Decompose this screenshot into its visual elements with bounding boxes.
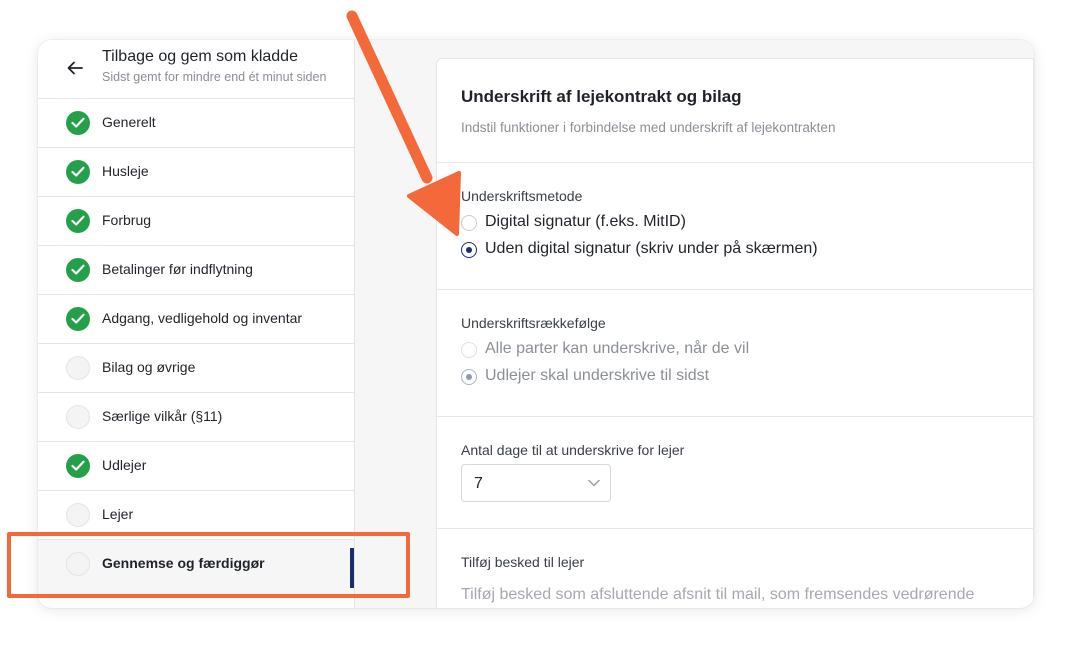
step-label: Udlejer bbox=[102, 457, 147, 473]
message-textarea[interactable]: Tilføj besked som afsluttende afsnit til… bbox=[461, 582, 1001, 608]
days-to-sign-label: Antal dage til at underskrive for lejer bbox=[461, 442, 685, 458]
panel-title: Underskrift af lejekontrakt og bilag bbox=[461, 87, 742, 106]
select-value: 7 bbox=[474, 475, 483, 492]
empty-circle-icon bbox=[66, 552, 90, 576]
radio-label: Udlejer skal underskrive til sidst bbox=[485, 367, 710, 384]
message-label: Tilføj besked til lejer bbox=[461, 554, 585, 570]
radio-unchecked-icon[interactable] bbox=[461, 215, 477, 231]
step-label: Gennemse og færdiggør bbox=[102, 555, 265, 571]
radio-label: Alle parter kan underskrive, når de vil bbox=[485, 340, 750, 357]
signature-method-label: Underskriftsmetode bbox=[461, 188, 583, 204]
signature-order-label: Underskriftsrækkefølge bbox=[461, 315, 606, 331]
step-saerlige-vilkaar[interactable]: Særlige vilkår (§11) bbox=[38, 393, 354, 442]
back-save-draft[interactable]: Tilbage og gem som kladde Sidst gemt for… bbox=[38, 40, 354, 99]
back-title[interactable]: Tilbage og gem som kladde bbox=[102, 48, 298, 66]
radio-unchecked-icon[interactable] bbox=[461, 342, 477, 358]
radio-label: Uden digital signatur (skriv under på sk… bbox=[485, 240, 818, 257]
days-to-sign-section: Antal dage til at underskrive for lejer … bbox=[437, 416, 1034, 529]
step-label: Generelt bbox=[102, 114, 156, 130]
check-circle-icon bbox=[66, 209, 90, 233]
panel-header: Underskrift af lejekontrakt og bilag Ind… bbox=[437, 59, 1034, 163]
signature-order-section: Underskriftsrækkefølge Alle parter kan u… bbox=[437, 289, 1034, 417]
step-gennemse[interactable]: Gennemse og færdiggør bbox=[38, 540, 354, 596]
step-generelt[interactable]: Generelt bbox=[38, 99, 354, 148]
days-to-sign-select[interactable]: 7 bbox=[461, 464, 611, 502]
signature-settings-panel: Underskrift af lejekontrakt og bilag Ind… bbox=[436, 58, 1034, 608]
active-step-indicator bbox=[350, 548, 354, 588]
step-betalinger[interactable]: Betalinger før indflytning bbox=[38, 246, 354, 295]
last-saved-text: Sidst gemt for mindre end ét minut siden bbox=[102, 70, 327, 84]
radio-checked-icon[interactable] bbox=[461, 242, 477, 258]
step-label: Særlige vilkår (§11) bbox=[102, 408, 223, 424]
empty-circle-icon bbox=[66, 503, 90, 527]
check-circle-icon bbox=[66, 454, 90, 478]
signature-method-section: Underskriftsmetode Digital signatur (f.e… bbox=[437, 162, 1034, 290]
step-bilag[interactable]: Bilag og øvrige bbox=[38, 344, 354, 393]
step-sidebar: Tilbage og gem som kladde Sidst gemt for… bbox=[38, 40, 355, 608]
app-window: Tilbage og gem som kladde Sidst gemt for… bbox=[38, 40, 1034, 608]
panel-subtitle: Indstil funktioner i forbindelse med und… bbox=[461, 120, 836, 135]
radio-checked-icon[interactable] bbox=[461, 369, 477, 385]
empty-circle-icon bbox=[66, 356, 90, 380]
step-adgang[interactable]: Adgang, vedligehold og inventar bbox=[38, 295, 354, 344]
step-label: Betalinger før indflytning bbox=[102, 261, 253, 277]
step-label: Husleje bbox=[102, 163, 149, 179]
step-husleje[interactable]: Husleje bbox=[38, 148, 354, 197]
check-circle-icon bbox=[66, 111, 90, 135]
step-udlejer[interactable]: Udlejer bbox=[38, 442, 354, 491]
step-label: Bilag og øvrige bbox=[102, 359, 196, 375]
message-section: Tilføj besked til lejer Tilføj besked so… bbox=[437, 528, 1034, 608]
step-label: Forbrug bbox=[102, 212, 152, 228]
check-circle-icon bbox=[66, 160, 90, 184]
step-label: Adgang, vedligehold og inventar bbox=[102, 310, 303, 326]
empty-circle-icon bbox=[66, 405, 90, 429]
radio-label: Digital signatur (f.eks. MitID) bbox=[485, 213, 686, 230]
check-circle-icon bbox=[66, 258, 90, 282]
step-forbrug[interactable]: Forbrug bbox=[38, 197, 354, 246]
step-lejer[interactable]: Lejer bbox=[38, 491, 354, 540]
chevron-down-icon bbox=[588, 479, 600, 487]
step-label: Lejer bbox=[102, 506, 134, 522]
arrow-left-icon[interactable] bbox=[66, 59, 84, 77]
check-circle-icon bbox=[66, 307, 90, 331]
